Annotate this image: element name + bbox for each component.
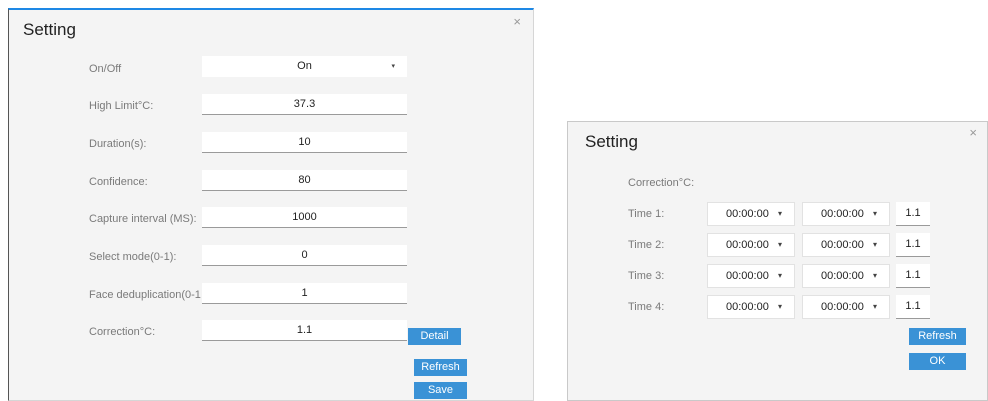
time-2-start-select[interactable]: 00:00:00 ▾ (707, 233, 795, 257)
time-4-end-select[interactable]: 00:00:00 ▾ (802, 295, 890, 319)
time-2-start-value: 00:00:00 (726, 239, 769, 251)
time-2-label: Time 2: (628, 239, 665, 251)
time-1-end-select[interactable]: 00:00:00 ▾ (802, 202, 890, 226)
setting-dialog-correction: Setting × Correction°C: Time 1: 00:00:00… (567, 121, 988, 401)
capture-interval-input[interactable]: 1000 (202, 207, 407, 228)
correction-label: Correction°C: (89, 326, 156, 338)
refresh-button[interactable]: Refresh (909, 328, 966, 345)
chevron-down-icon: ▾ (872, 271, 877, 280)
time-1-label: Time 1: (628, 208, 665, 220)
high-limit-label: High Limit°C: (89, 100, 154, 112)
capture-interval-label: Capture interval (MS): (89, 213, 197, 225)
face-dedup-input[interactable]: 1 (202, 283, 407, 304)
chevron-down-icon: ▾ (777, 209, 782, 218)
correction-input[interactable]: 1.1 (202, 320, 407, 341)
chevron-down-icon: ▾ (872, 209, 877, 218)
time-3-label: Time 3: (628, 270, 665, 282)
chevron-down-icon: ▾ (777, 302, 782, 311)
chevron-down-icon: ▾ (391, 63, 395, 70)
high-limit-input[interactable]: 37.3 (202, 94, 407, 115)
dialog-title: Setting (585, 132, 638, 151)
chevron-down-icon: ▾ (777, 240, 782, 249)
ok-button[interactable]: OK (909, 353, 966, 370)
duration-input[interactable]: 10 (202, 132, 407, 153)
time-2-value-input[interactable]: 1.1 (896, 233, 930, 257)
refresh-button[interactable]: Refresh (414, 359, 467, 376)
time-4-value-input[interactable]: 1.1 (896, 295, 930, 319)
face-dedup-label: Face deduplication(0-1 (89, 289, 201, 301)
dialog-title: Setting (23, 20, 76, 39)
time-3-start-value: 00:00:00 (726, 270, 769, 282)
onoff-label: On/Off (89, 63, 122, 75)
time-4-end-value: 00:00:00 (821, 301, 864, 313)
time-1-start-select[interactable]: 00:00:00 ▾ (707, 202, 795, 226)
time-3-end-select[interactable]: 00:00:00 ▾ (802, 264, 890, 288)
detail-button[interactable]: Detail (408, 328, 461, 345)
time-3-value-input[interactable]: 1.1 (896, 264, 930, 288)
close-icon[interactable]: × (969, 126, 977, 139)
chevron-down-icon: ▾ (872, 302, 877, 311)
onoff-select[interactable]: On ▾ (202, 56, 407, 77)
time-1-start-value: 00:00:00 (726, 208, 769, 220)
time-4-label: Time 4: (628, 301, 665, 313)
time-3-start-select[interactable]: 00:00:00 ▾ (707, 264, 795, 288)
time-2-end-value: 00:00:00 (821, 239, 864, 251)
confidence-label: Confidence: (89, 176, 148, 188)
chevron-down-icon: ▾ (777, 271, 782, 280)
setting-dialog-main: Setting × On/Off On ▾ High Limit°C: 37.3… (8, 8, 534, 401)
time-1-end-value: 00:00:00 (821, 208, 864, 220)
duration-label: Duration(s): (89, 138, 147, 150)
correction-label: Correction°C: (628, 177, 695, 189)
select-mode-input[interactable]: 0 (202, 245, 407, 266)
time-3-end-value: 00:00:00 (821, 270, 864, 282)
time-4-start-value: 00:00:00 (726, 301, 769, 313)
time-4-start-select[interactable]: 00:00:00 ▾ (707, 295, 795, 319)
chevron-down-icon: ▾ (872, 240, 877, 249)
confidence-input[interactable]: 80 (202, 170, 407, 191)
onoff-value: On (297, 60, 312, 72)
save-button[interactable]: Save (414, 382, 467, 399)
time-1-value-input[interactable]: 1.1 (896, 202, 930, 226)
close-icon[interactable]: × (513, 15, 521, 28)
time-2-end-select[interactable]: 00:00:00 ▾ (802, 233, 890, 257)
select-mode-label: Select mode(0-1): (89, 251, 177, 263)
